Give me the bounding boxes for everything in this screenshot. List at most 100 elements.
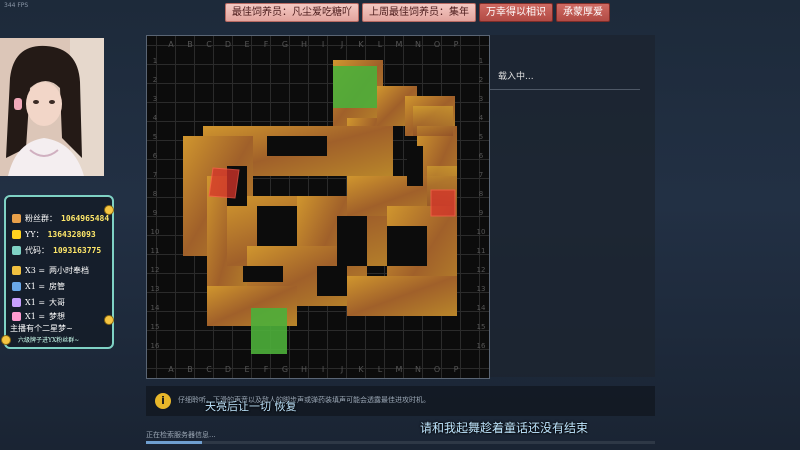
panel-motto-sub: 六级牌子进YX粉丝群~ [18, 337, 80, 344]
progress-fill [146, 441, 202, 444]
map-row-label: 1 [153, 57, 157, 65]
map-row-label: 8 [479, 190, 483, 198]
gift-row: X1 = 梦想 [12, 311, 65, 322]
row-value: 两小时奉档 [49, 266, 90, 275]
map-column-label: B [187, 365, 193, 374]
lyric-subtitle-2: 请和我起舞趁着童话还没有结束 [420, 421, 589, 435]
map-row-label: 11 [477, 247, 486, 255]
bombsite-a-zone [430, 189, 456, 217]
row-label: X1 = [25, 298, 46, 307]
map-row-label: 8 [153, 190, 157, 198]
map-row-label: 1 [479, 57, 483, 65]
map-row-label: 15 [477, 323, 486, 331]
map-column-label: A [168, 365, 174, 374]
map-column-label: C [206, 365, 212, 374]
map-column-label: J [340, 365, 343, 374]
map-column-label: K [358, 365, 364, 374]
map-row-label: 14 [477, 304, 486, 312]
fan-group-number: 1064965484 [61, 214, 110, 223]
row-value: 梦想 [49, 312, 66, 321]
banner-tag-best-keeper: 最佳饲养员：凡尘爱吃糖吖 [225, 3, 359, 22]
map-row-label: 13 [477, 285, 486, 293]
row-label: X1 = [25, 312, 46, 321]
row-label: X3 = [25, 266, 46, 275]
banner-tag-lucky: 万幸得以相识 [479, 3, 553, 22]
divider [490, 89, 640, 90]
map-column-label: B [187, 40, 193, 49]
map-row-label: 15 [151, 323, 160, 331]
map-column-label: I [322, 40, 324, 49]
code-icon [12, 246, 21, 255]
bombsite-b-zone [208, 167, 240, 199]
map-row-label: 4 [479, 114, 484, 122]
map-row-label: 10 [151, 228, 160, 236]
map-row-label: 3 [153, 95, 157, 103]
banner-tag-thanks: 承蒙厚爱 [556, 3, 610, 22]
code-number: 1093163775 [53, 246, 102, 255]
gift-row: X3 = 两小时奉档 [12, 265, 89, 276]
map-row-label: 11 [151, 247, 160, 255]
map-layout: AABBCCDDEEFFGGHHIIJJKKLLMMNNOOPP 1 12 23 34… [151, 40, 486, 374]
streamer-info-panel: 粉丝群： 1064965484 YY： 1364328093 代码： 10931637… [1, 195, 114, 349]
map-column-label: P [454, 40, 459, 49]
map-column-label: G [282, 365, 288, 374]
map-column-label: N [415, 365, 421, 374]
map-row-label: 4 [153, 114, 158, 122]
map-column-label: F [264, 40, 269, 49]
map-column-label: N [415, 40, 421, 49]
map-column-label: A [168, 40, 174, 49]
fan-group-row: 粉丝群： 1064965484 [12, 213, 109, 224]
top-banner: 最佳饲养员：凡尘爱吃糖吖 上周最佳饲养员：集年 万幸得以相识 承蒙厚爱 [225, 3, 610, 22]
map-column-label: K [358, 40, 364, 49]
map-column-label: M [396, 365, 403, 374]
map-row-label: 10 [477, 228, 486, 236]
map-column-label: I [322, 365, 324, 374]
webcam-feed [0, 38, 104, 176]
map-column-label: C [206, 40, 212, 49]
row-value: 大哥 [49, 298, 66, 307]
lyric-subtitle-1: 天亮后让一切 恢复 [205, 400, 297, 413]
map-row-label: 3 [479, 95, 483, 103]
row-label: 粉丝群： [25, 214, 57, 223]
row-label: YY： [25, 230, 44, 239]
corner-dot [1, 335, 11, 345]
map-column-label: H [301, 365, 307, 374]
status-text: 正在检索服务器信息... [146, 431, 216, 439]
map-row-label: 12 [151, 266, 160, 274]
map-row-label: 9 [479, 209, 483, 217]
map-row-label: 13 [151, 285, 160, 293]
map-column-label: D [225, 365, 231, 374]
map-row-label: 6 [479, 152, 484, 160]
loading-text: 载入中... [498, 72, 534, 82]
map-row-label: 12 [477, 266, 486, 274]
gift-row: X1 = 大哥 [12, 297, 65, 308]
fps-counter: 344 FPS [4, 2, 29, 9]
map-column-label: H [301, 40, 307, 49]
map-row-label: 14 [151, 304, 160, 312]
corner-dot [104, 315, 114, 325]
map-column-label: E [244, 40, 249, 49]
row-value: 房管 [49, 282, 66, 291]
row-label: 代码： [25, 246, 49, 255]
spawn-zone-t [251, 308, 287, 354]
info-icon: i [155, 393, 171, 409]
map-column-label: P [454, 365, 459, 374]
row-label: X1 = [25, 282, 46, 291]
star-icon [12, 312, 21, 321]
map-column-label: O [434, 40, 440, 49]
map-column-label: L [378, 365, 383, 374]
map-row-label: 7 [153, 171, 157, 179]
map-row-label: 16 [477, 342, 486, 350]
map-row-label: 5 [479, 133, 483, 141]
map-column-label: L [378, 40, 383, 49]
yy-number: 1364328093 [47, 230, 96, 239]
yy-icon [12, 230, 21, 239]
loading-panel: 载入中... [490, 35, 655, 377]
map-row-label: 2 [479, 76, 483, 84]
pencil-icon [12, 266, 21, 275]
yy-row: YY： 1364328093 [12, 229, 96, 240]
map-row-label: 5 [153, 133, 157, 141]
gift-row: X1 = 房管 [12, 281, 65, 292]
map-row-label: 2 [153, 76, 157, 84]
map-row-label: 7 [479, 171, 483, 179]
